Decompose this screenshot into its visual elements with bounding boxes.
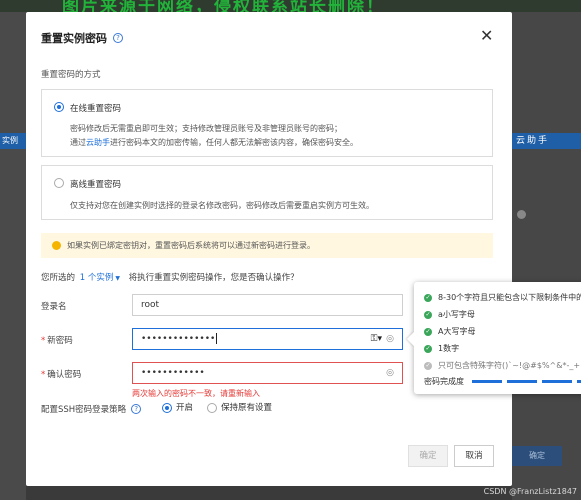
rule-text: 8-30个字符且只能包含以下限制条件中的三项 <box>438 293 581 302</box>
rule-text: A大写字母 <box>438 327 476 336</box>
background-header: 图片来源于网络，侵权联系站长删除！ <box>0 0 581 12</box>
online-reset-desc-2: 通过云助手进行密码本文的加密传输，任何人都无法解密该内容，确保密码安全。 <box>70 137 358 148</box>
offline-reset-radio[interactable] <box>54 178 64 188</box>
online-reset-option[interactable]: 在线重置密码 密码修改后无需重启即可生效；支持修改管理员账号及非管理员账号的密码… <box>41 89 493 157</box>
help-icon[interactable]: ? <box>131 404 142 414</box>
confirm-password-field[interactable]: •••••••••••• ◎ <box>132 362 403 384</box>
new-password-label: * 新密码 <box>41 334 73 346</box>
rule-item: ✓ a小写字母 <box>424 309 475 320</box>
selected-instances-line: 您所选的 1 个实例 ▼ 将执行重置实例密码操作，您是否确认操作？ <box>41 271 299 283</box>
desc-prefix: 通过 <box>70 138 86 147</box>
confirm-password-value: •••••••••••• <box>141 368 205 378</box>
help-icon[interactable]: ? <box>113 33 123 43</box>
ssh-on-option[interactable]: 开启 <box>162 401 193 413</box>
background-right-panel <box>512 12 581 500</box>
rule-text: a小写字母 <box>438 310 475 319</box>
desc-suffix: 进行密码本文的加密传输，任何人都无法解密该内容，确保密码安全。 <box>110 138 358 147</box>
dialog-title: 重置实例密码 ? <box>41 30 123 46</box>
ssh-keep-label: 保持原有设置 <box>221 403 273 413</box>
confirm-button[interactable]: 确定 <box>408 445 448 467</box>
background-dot <box>517 210 526 219</box>
check-icon: ✓ <box>424 293 432 302</box>
close-icon[interactable]: ✕ <box>480 26 493 45</box>
online-reset-radio[interactable] <box>54 102 64 112</box>
check-icon: ✓ <box>424 361 432 370</box>
background-right-tab: 云助手 <box>512 133 581 149</box>
required-mark: * <box>41 370 46 380</box>
background-confirm-button: 确定 <box>512 446 562 466</box>
check-icon: ✓ <box>424 310 432 319</box>
offline-reset-option[interactable]: 离线重置密码 仅支持对您在创建实例时选择的登录名修改密码，密码修改后需要重启实例… <box>41 165 493 220</box>
password-rules-popover: ✓ 8-30个字符且只能包含以下限制条件中的三项 ✓ a小写字母 ✓ A大写字母 ✓ 1… <box>406 282 581 394</box>
new-password-label-text: 新密码 <box>47 336 73 346</box>
chevron-down-icon[interactable]: ▼ <box>115 275 120 282</box>
selected-suffix: 将执行重置实例密码操作，您是否确认操作？ <box>128 273 299 283</box>
ssh-keep-radio[interactable] <box>207 402 217 413</box>
rule-text: 只可包含特殊字符()`~!@#$%^&*-_+= <box>438 361 581 370</box>
ssh-keep-option[interactable]: 保持原有设置 <box>207 401 272 413</box>
background-left-panel <box>0 12 26 500</box>
cloud-assistant-link[interactable]: 云助手 <box>86 138 110 147</box>
rule-item: ✓ 只可包含特殊字符()`~!@#$%^&*-_+= <box>424 360 581 371</box>
ssh-policy-label-text: 配置SSH密码登录策略 <box>41 405 127 415</box>
strength-label: 密码完成度 <box>424 377 464 386</box>
strength-segment <box>542 380 572 383</box>
offline-reset-title: 离线重置密码 <box>70 180 122 190</box>
reset-password-dialog: 重置实例密码 ? ✕ 重置密码的方式 在线重置密码 密码修改后无需重启即可生效；… <box>26 12 512 486</box>
key-icon[interactable]: ⚿▾ <box>371 329 382 349</box>
required-mark: * <box>41 336 46 346</box>
password-mismatch-error: 两次输入的密码不一致，请重新输入 <box>132 389 260 398</box>
offline-reset-desc: 仅支持对您在创建实例时选择的登录名修改密码，密码修改后需要重启实例方可生效。 <box>70 201 374 210</box>
notice-banner: 如果实例已绑定密钥对，重置密码后系统将可以通过新密码进行登录。 <box>41 233 493 258</box>
online-reset-desc-1: 密码修改后无需重启即可生效；支持修改管理员账号及非管理员账号的密码； <box>70 124 342 133</box>
confirm-password-label-text: 确认密码 <box>47 370 82 380</box>
strength-segment <box>577 380 581 383</box>
warning-icon <box>52 241 61 250</box>
check-icon: ✓ <box>424 344 432 353</box>
selected-prefix: 您所选的 <box>41 273 76 283</box>
eye-hidden-icon[interactable]: ◎ <box>386 329 394 349</box>
ssh-on-radio[interactable] <box>162 402 172 413</box>
rule-item: ✓ A大写字母 <box>424 326 475 337</box>
watermark-text: 图片来源于网络，侵权联系站长删除！ <box>62 0 385 12</box>
strength-segment <box>507 380 537 383</box>
login-name-label: 登录名 <box>41 302 67 312</box>
credit-text: CSDN @FranzListz1847 <box>483 487 577 496</box>
rule-item: ✓ 8-30个字符且只能包含以下限制条件中的三项 <box>424 292 581 303</box>
selected-instances-link[interactable]: 1 个实例 <box>80 273 114 283</box>
check-icon: ✓ <box>424 327 432 336</box>
notice-text: 如果实例已绑定密钥对，重置密码后系统将可以通过新密码进行登录。 <box>67 241 315 250</box>
ssh-policy-label: 配置SSH密码登录策略 ? <box>41 403 142 415</box>
rule-item: ✓ 1数字 <box>424 343 459 354</box>
confirm-password-label: * 确认密码 <box>41 368 81 380</box>
cancel-button[interactable]: 取消 <box>454 445 494 467</box>
strength-segment <box>472 380 502 383</box>
ssh-on-label: 开启 <box>176 403 194 413</box>
online-reset-title: 在线重置密码 <box>70 104 122 114</box>
background-left-tab: 实例 <box>0 133 26 149</box>
dialog-title-text: 重置实例密码 <box>41 32 107 45</box>
text-cursor <box>216 333 218 344</box>
rule-text: 1数字 <box>438 344 460 353</box>
eye-hidden-icon[interactable]: ◎ <box>386 363 394 383</box>
new-password-value: •••••••••••••• <box>141 334 216 344</box>
reset-method-label: 重置密码的方式 <box>41 70 101 80</box>
new-password-field[interactable]: •••••••••••••• ⚿▾ ◎ <box>132 328 403 350</box>
login-name-field[interactable]: root <box>132 294 403 316</box>
